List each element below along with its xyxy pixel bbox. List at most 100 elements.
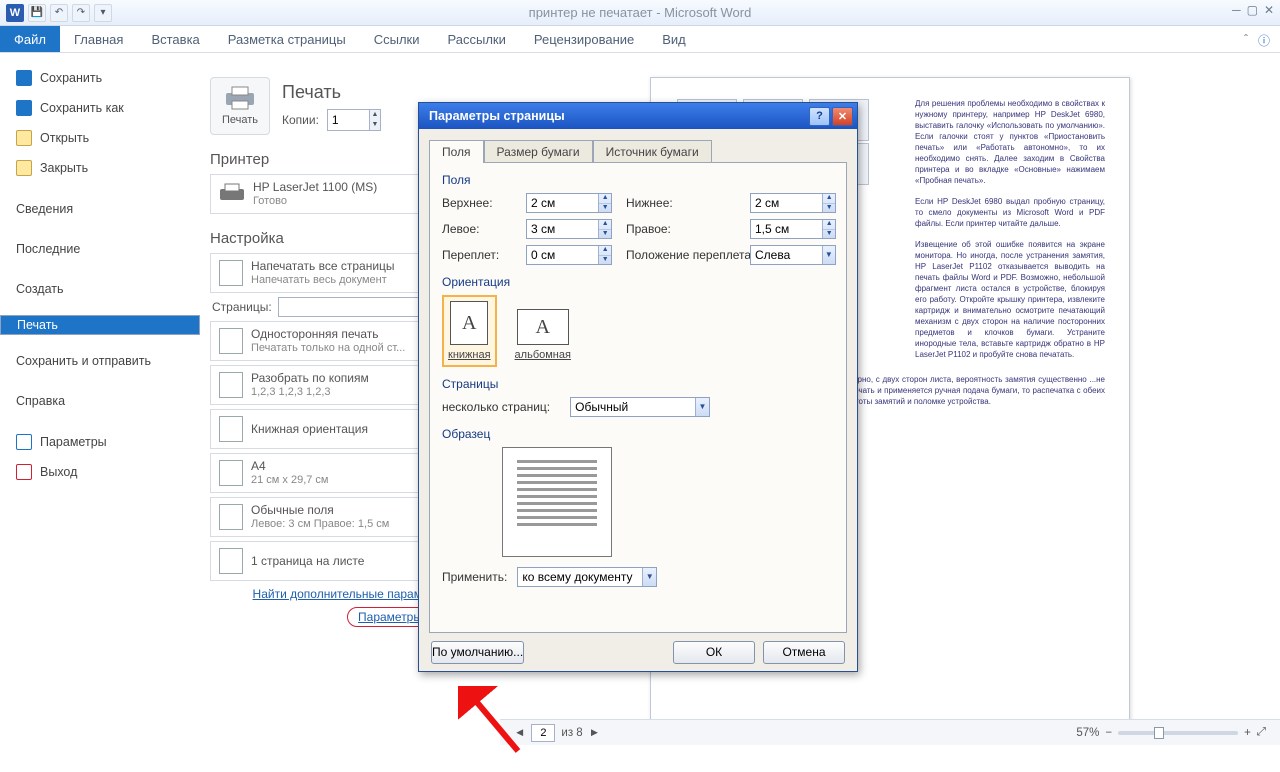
minimize-icon[interactable]: ─ bbox=[1232, 3, 1241, 17]
prev-page-icon[interactable]: ◄ bbox=[514, 727, 525, 739]
qat-customize-icon[interactable]: ▾ bbox=[94, 4, 112, 22]
gutter-input[interactable]: ▲▼ bbox=[526, 245, 612, 265]
bottom-margin-value[interactable] bbox=[751, 194, 822, 212]
multi-pages-value[interactable] bbox=[571, 398, 695, 416]
nav-label: Сохранить bbox=[40, 71, 102, 85]
page-number-input[interactable] bbox=[531, 724, 555, 742]
top-margin-value[interactable] bbox=[527, 194, 598, 212]
spinner-down-icon[interactable]: ▼ bbox=[599, 230, 611, 239]
nav-new[interactable]: Создать bbox=[0, 275, 200, 303]
left-margin-input[interactable]: ▲▼ bbox=[526, 219, 612, 239]
qat-undo-icon[interactable]: ↶ bbox=[50, 4, 68, 22]
slider-knob[interactable] bbox=[1154, 727, 1164, 739]
gutter-pos-value[interactable] bbox=[751, 246, 822, 264]
print-button[interactable]: Печать bbox=[210, 77, 270, 135]
apply-label: Применить: bbox=[442, 570, 507, 584]
spinner-up-icon[interactable]: ▲ bbox=[599, 220, 611, 230]
nav-save-as[interactable]: Сохранить как bbox=[0, 93, 200, 123]
next-page-icon[interactable]: ► bbox=[589, 727, 600, 739]
ribbon-tab-view[interactable]: Вид bbox=[648, 26, 700, 52]
one-per-sheet-icon bbox=[219, 548, 243, 574]
nav-save-send[interactable]: Сохранить и отправить bbox=[0, 347, 200, 375]
nav-close-doc[interactable]: Закрыть bbox=[0, 153, 200, 183]
spinner-down-icon[interactable]: ▼ bbox=[823, 204, 835, 213]
spinner-up-icon[interactable]: ▲ bbox=[599, 246, 611, 256]
orientation-portrait[interactable]: A книжная bbox=[442, 295, 497, 367]
nav-label: Выход bbox=[40, 465, 77, 479]
nav-label: Последние bbox=[16, 242, 80, 256]
zoom-in-icon[interactable]: + bbox=[1244, 727, 1251, 739]
chevron-down-icon[interactable]: ▼ bbox=[642, 568, 656, 586]
label: Напечатать все страницы bbox=[251, 259, 395, 273]
gutter-value[interactable] bbox=[527, 246, 598, 264]
ok-button[interactable]: ОК bbox=[673, 641, 755, 664]
nav-info[interactable]: Сведения bbox=[0, 195, 200, 223]
apply-select[interactable]: ▼ bbox=[517, 567, 657, 587]
copies-input[interactable] bbox=[328, 110, 369, 130]
close-window-icon[interactable]: ✕ bbox=[1264, 3, 1274, 17]
chevron-down-icon[interactable]: ▼ bbox=[695, 398, 709, 416]
right-margin-label: Правое: bbox=[626, 222, 736, 236]
multi-pages-select[interactable]: ▼ bbox=[570, 397, 710, 417]
open-icon bbox=[16, 130, 32, 146]
fit-page-icon[interactable]: ⤢ bbox=[1257, 726, 1266, 739]
zoom-out-icon[interactable]: − bbox=[1105, 727, 1112, 739]
zoom-slider[interactable] bbox=[1118, 731, 1238, 735]
spinner-down-icon[interactable]: ▼ bbox=[823, 230, 835, 239]
nav-label: Сохранить и отправить bbox=[16, 354, 151, 368]
landscape-thumb-icon: A bbox=[517, 309, 569, 345]
spinner-down-icon[interactable]: ▼ bbox=[599, 256, 611, 265]
right-margin-value[interactable] bbox=[751, 220, 822, 238]
nav-exit[interactable]: Выход bbox=[0, 457, 200, 487]
default-button[interactable]: По умолчанию... bbox=[431, 641, 524, 664]
spinner-up-icon[interactable]: ▲ bbox=[823, 194, 835, 204]
bottom-margin-input[interactable]: ▲▼ bbox=[750, 193, 836, 213]
ribbon-tab-references[interactable]: Ссылки bbox=[360, 26, 434, 52]
dialog-titlebar[interactable]: Параметры страницы ? ✕ bbox=[419, 103, 857, 129]
dialog-close-icon[interactable]: ✕ bbox=[832, 107, 853, 126]
chevron-down-icon[interactable]: ▼ bbox=[822, 246, 835, 264]
qat-redo-icon[interactable]: ↷ bbox=[72, 4, 90, 22]
sublabel: Печатать только на одной ст... bbox=[251, 341, 405, 355]
top-margin-input[interactable]: ▲▼ bbox=[526, 193, 612, 213]
ribbon-tab-file[interactable]: Файл bbox=[0, 26, 60, 52]
right-margin-input[interactable]: ▲▼ bbox=[750, 219, 836, 239]
label: Обычные поля bbox=[251, 503, 389, 517]
ribbon-tab-insert[interactable]: Вставка bbox=[137, 26, 213, 52]
gutter-pos-select[interactable]: ▼ bbox=[750, 245, 836, 265]
spinner-down-icon[interactable]: ▼ bbox=[370, 120, 380, 130]
nav-save[interactable]: Сохранить bbox=[0, 63, 200, 93]
preview-text: Если HP DeskJet 6980 выдал пробную стран… bbox=[915, 196, 1105, 229]
dialog-help-icon[interactable]: ? bbox=[809, 107, 830, 126]
left-margin-value[interactable] bbox=[527, 220, 598, 238]
spinner-up-icon[interactable]: ▲ bbox=[599, 194, 611, 204]
print-button-label: Печать bbox=[222, 114, 258, 126]
help-icon[interactable]: ⓘ bbox=[1258, 32, 1270, 49]
spinner-up-icon[interactable]: ▲ bbox=[823, 220, 835, 230]
qat-save-icon[interactable]: 💾 bbox=[28, 4, 46, 22]
tab-margins[interactable]: Поля bbox=[429, 140, 484, 163]
page-total: из 8 bbox=[561, 727, 582, 739]
nav-help[interactable]: Справка bbox=[0, 387, 200, 415]
spinner-down-icon[interactable]: ▼ bbox=[599, 204, 611, 213]
cancel-button[interactable]: Отмена bbox=[763, 641, 845, 664]
copies-spinner[interactable]: ▲▼ bbox=[327, 109, 381, 131]
ribbon-tab-review[interactable]: Рецензирование bbox=[520, 26, 648, 52]
spinner-up-icon[interactable]: ▲ bbox=[370, 110, 380, 120]
maximize-icon[interactable]: ▢ bbox=[1247, 3, 1258, 17]
nav-options[interactable]: Параметры bbox=[0, 427, 200, 457]
apply-value[interactable] bbox=[518, 568, 642, 586]
ribbon-tab-mailings[interactable]: Рассылки bbox=[434, 26, 520, 52]
tab-paper-source[interactable]: Источник бумаги bbox=[593, 140, 712, 163]
nav-label: Печать bbox=[17, 318, 58, 332]
orientation-landscape[interactable]: A альбомная bbox=[509, 303, 577, 367]
label: 1 страница на листе bbox=[251, 554, 364, 568]
nav-label: Закрыть bbox=[40, 161, 88, 175]
ribbon-tab-home[interactable]: Главная bbox=[60, 26, 137, 52]
nav-print[interactable]: Печать bbox=[0, 315, 200, 335]
nav-open[interactable]: Открыть bbox=[0, 123, 200, 153]
ribbon-tab-pagelayout[interactable]: Разметка страницы bbox=[214, 26, 360, 52]
ribbon-minimize-icon[interactable]: ˆ bbox=[1244, 32, 1248, 49]
tab-paper-size[interactable]: Размер бумаги bbox=[484, 140, 593, 163]
nav-recent[interactable]: Последние bbox=[0, 235, 200, 263]
